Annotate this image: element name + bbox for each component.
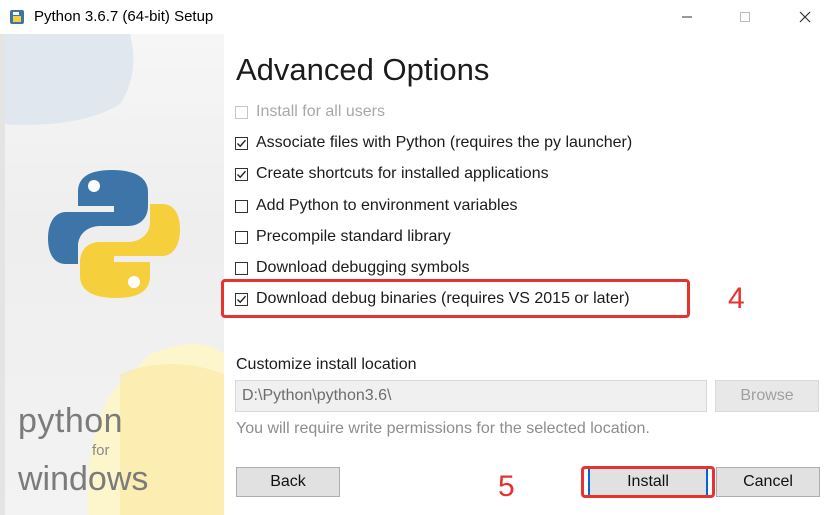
option-label: Associate files with Python (requires th… [256,134,633,151]
option-label: Add Python to environment variables [256,197,518,214]
python-logo-icon [48,170,180,298]
checkbox-create-shortcuts[interactable] [235,167,248,181]
permission-note: You will require write permissions for t… [236,420,650,437]
checkbox-precompile-stdlib[interactable] [235,230,248,244]
python-setup-icon [10,10,24,24]
option-label: Install for all users [256,103,385,120]
minimize-icon [682,16,692,18]
maximize-button[interactable] [722,0,768,34]
checkbox-associate-files[interactable] [235,136,248,150]
browse-button[interactable]: Browse [715,380,819,412]
banner-word-windows: windows [18,460,149,498]
option-precompile-stdlib[interactable]: Precompile standard library [235,226,451,248]
title-bar[interactable]: Python 3.6.7 (64-bit) Setup [0,0,838,34]
page-title: Advanced Options [236,52,490,87]
banner-word-python: python [18,402,124,440]
checkbox-install-all-users[interactable] [235,105,248,119]
annotation-highlight-debug-binaries [221,279,690,318]
option-label: Precompile standard library [256,228,451,245]
install-location-input[interactable]: D:\Python\python3.6\ [235,380,707,412]
maximize-icon [740,12,750,22]
banner-edge [0,34,5,515]
option-add-to-path[interactable]: Add Python to environment variables [235,195,517,217]
window-title: Python 3.6.7 (64-bit) Setup [34,8,214,25]
checkbox-add-to-path[interactable] [235,199,248,213]
option-create-shortcuts[interactable]: Create shortcuts for installed applicati… [235,163,549,185]
annotation-highlight-install [581,466,715,498]
banner-shape-top [0,34,134,125]
checkmark-icon [237,139,247,147]
banner-word-for: for [92,442,110,459]
close-button[interactable] [782,0,828,34]
option-install-all-users[interactable]: Install for all users [235,101,385,123]
back-button[interactable]: Back [236,467,340,497]
checkbox-debug-symbols[interactable] [235,261,248,275]
option-debug-symbols[interactable]: Download debugging symbols [235,257,469,279]
annotation-step-5: 5 [498,470,515,503]
option-label: Create shortcuts for installed applicati… [256,165,549,182]
option-label: Download debugging symbols [256,259,470,276]
cancel-button[interactable]: Cancel [716,467,820,497]
minimize-button[interactable] [664,0,710,34]
cancel-button-label: Cancel [743,473,793,490]
checkmark-icon [237,170,247,178]
annotation-step-4: 4 [728,282,745,315]
option-associate-files[interactable]: Associate files with Python (requires th… [235,132,632,154]
close-icon [799,11,811,23]
setup-window: Python 3.6.7 (64-bit) Setup python for w… [0,0,838,515]
install-location-label: Customize install location [236,356,417,373]
back-button-label: Back [270,473,306,490]
